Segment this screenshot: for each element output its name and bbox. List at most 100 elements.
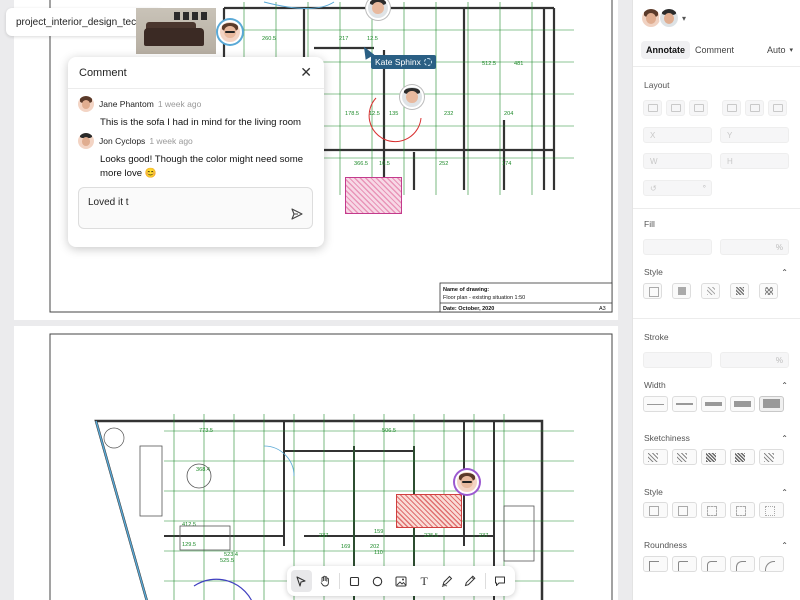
chevron-up-icon[interactable]: ⌃	[781, 488, 788, 497]
drawing-name-label: Name of drawing:	[443, 287, 489, 293]
chevron-up-icon[interactable]: ⌃	[781, 434, 788, 443]
avatar	[78, 133, 94, 149]
chevron-up-icon[interactable]: ⌃	[781, 541, 788, 550]
stroke-style-solid[interactable]	[643, 502, 668, 518]
comment-popup-title: Comment	[79, 66, 127, 79]
sheet-floor-plan-second[interactable]: 773.5 506.5 368.4 525.5 237 169 202 225.5 237 159…	[14, 326, 618, 600]
fill-color-field[interactable]	[643, 239, 712, 255]
align-middle-button[interactable]	[745, 100, 764, 116]
hatched-selection-area[interactable]	[345, 177, 402, 214]
kitchen-outline	[503, 505, 535, 562]
toolbar-divider	[484, 573, 486, 589]
dimension-label: 412.5	[182, 522, 196, 528]
collaborators-list[interactable]: ▾	[641, 8, 686, 28]
hand-icon	[320, 575, 329, 587]
stroke-width-2[interactable]	[672, 396, 697, 412]
stroke-style-dashed[interactable]	[701, 502, 726, 518]
align-right-button[interactable]	[689, 100, 708, 116]
width-field[interactable]: W	[643, 153, 712, 169]
dimension-label: 506.5	[382, 428, 396, 434]
sofa-reference-image[interactable]	[136, 8, 216, 54]
hatched-selection-area-2[interactable]	[396, 494, 462, 528]
close-icon[interactable]: ✕	[300, 64, 312, 81]
hand-tool[interactable]	[314, 570, 335, 592]
stroke-style-long-dash[interactable]	[730, 502, 755, 518]
sketchiness-1[interactable]	[643, 449, 668, 465]
roundness-0[interactable]	[643, 556, 668, 572]
dimension-label: 512.5	[482, 61, 496, 67]
pencil-tool[interactable]	[460, 570, 481, 592]
fill-style-none[interactable]	[643, 283, 662, 299]
dimension-label: 178.5	[345, 111, 359, 117]
image-tool[interactable]	[390, 570, 411, 592]
stroke-width-4[interactable]	[730, 396, 755, 412]
stroke-opacity-field[interactable]: %	[720, 352, 789, 368]
image-icon	[395, 576, 407, 586]
section-title-fill-style: Style	[644, 267, 663, 277]
user-avatar-comment-pin[interactable]	[400, 85, 424, 109]
align-left-button[interactable]	[643, 100, 662, 116]
reply-input[interactable]	[88, 197, 278, 208]
section-title-fill: Fill	[644, 219, 655, 229]
reply-field[interactable]	[78, 187, 313, 229]
properties-panel: ▾ Annotate Comment Auto ▾ Layout X Y W H …	[632, 0, 800, 600]
dimension-label: 237	[479, 533, 488, 539]
drawing-canvas[interactable]: 260.5 217 12.5 178.5 12.5 135 232 204 366.5 10.5 2…	[0, 0, 632, 600]
section-title-style: Style	[644, 487, 663, 497]
stroke-opacity-unit: %	[775, 355, 783, 365]
dimension-label: 12.5	[367, 36, 378, 42]
floor-plan-bottom-drawing: 773.5 506.5368.4525.5237169 202225.5 237159…	[49, 333, 613, 600]
dimension-label: 110	[374, 550, 383, 556]
pen-tool[interactable]	[437, 570, 458, 592]
chevron-up-icon[interactable]: ⌃	[781, 381, 788, 390]
y-field[interactable]: Y	[720, 127, 789, 143]
roundness-3[interactable]	[730, 556, 755, 572]
tab-annotate[interactable]: Annotate	[641, 41, 690, 59]
roundness-4[interactable]	[759, 556, 784, 572]
select-tool[interactable]	[291, 570, 313, 592]
sketchiness-3[interactable]	[701, 449, 726, 465]
chevron-up-icon[interactable]: ⌃	[781, 268, 788, 277]
align-top-button[interactable]	[722, 100, 741, 116]
ellipse-tool[interactable]	[367, 570, 388, 592]
fill-style-dense[interactable]	[730, 283, 749, 299]
fill-style-hachure[interactable]	[701, 283, 720, 299]
fill-opacity-field[interactable]: %	[720, 239, 789, 255]
section-title-sketchiness: Sketchiness	[644, 433, 690, 443]
send-icon[interactable]	[291, 208, 303, 220]
dimension-label: 232	[444, 111, 453, 117]
stroke-width-3[interactable]	[701, 396, 726, 412]
stroke-style-thin[interactable]	[672, 502, 697, 518]
comment-tool[interactable]	[490, 570, 511, 592]
mode-tabs: Annotate Comment Auto ▾	[641, 40, 793, 60]
auto-dropdown[interactable]: Auto ▾	[767, 45, 793, 55]
stroke-color-field[interactable]	[643, 352, 712, 368]
align-bottom-button[interactable]	[768, 100, 787, 116]
plant-outline	[103, 427, 125, 449]
sketchiness-2[interactable]	[672, 449, 697, 465]
align-center-button[interactable]	[666, 100, 685, 116]
user-avatar-jane[interactable]	[218, 20, 242, 44]
sketchiness-4[interactable]	[730, 449, 755, 465]
stroke-width-5[interactable]	[759, 396, 784, 412]
stroke-width-1[interactable]	[643, 396, 668, 412]
avatar	[659, 8, 679, 28]
comment-popup[interactable]: Comment ✕ Jane Phantom 1 week ago This i…	[68, 57, 324, 247]
roundness-1[interactable]	[672, 556, 697, 572]
fill-style-solid[interactable]	[672, 283, 691, 299]
sketchiness-5[interactable]	[759, 449, 784, 465]
rotation-field[interactable]: ↺ °	[643, 180, 712, 196]
fill-style-cross[interactable]	[759, 283, 778, 299]
stroke-style-dotted[interactable]	[759, 502, 784, 518]
tab-comment[interactable]: Comment	[690, 41, 739, 59]
dimension-label: 204	[504, 111, 513, 117]
roundness-2[interactable]	[701, 556, 726, 572]
x-field[interactable]: X	[643, 127, 712, 143]
chevron-down-icon[interactable]: ▾	[682, 14, 686, 23]
dimension-label: 159	[374, 529, 383, 535]
height-field[interactable]: H	[720, 153, 789, 169]
text-tool[interactable]: T	[414, 570, 435, 592]
user-avatar-comment-pin-2[interactable]	[455, 470, 479, 494]
rectangle-tool[interactable]	[344, 570, 365, 592]
divider	[633, 208, 800, 209]
